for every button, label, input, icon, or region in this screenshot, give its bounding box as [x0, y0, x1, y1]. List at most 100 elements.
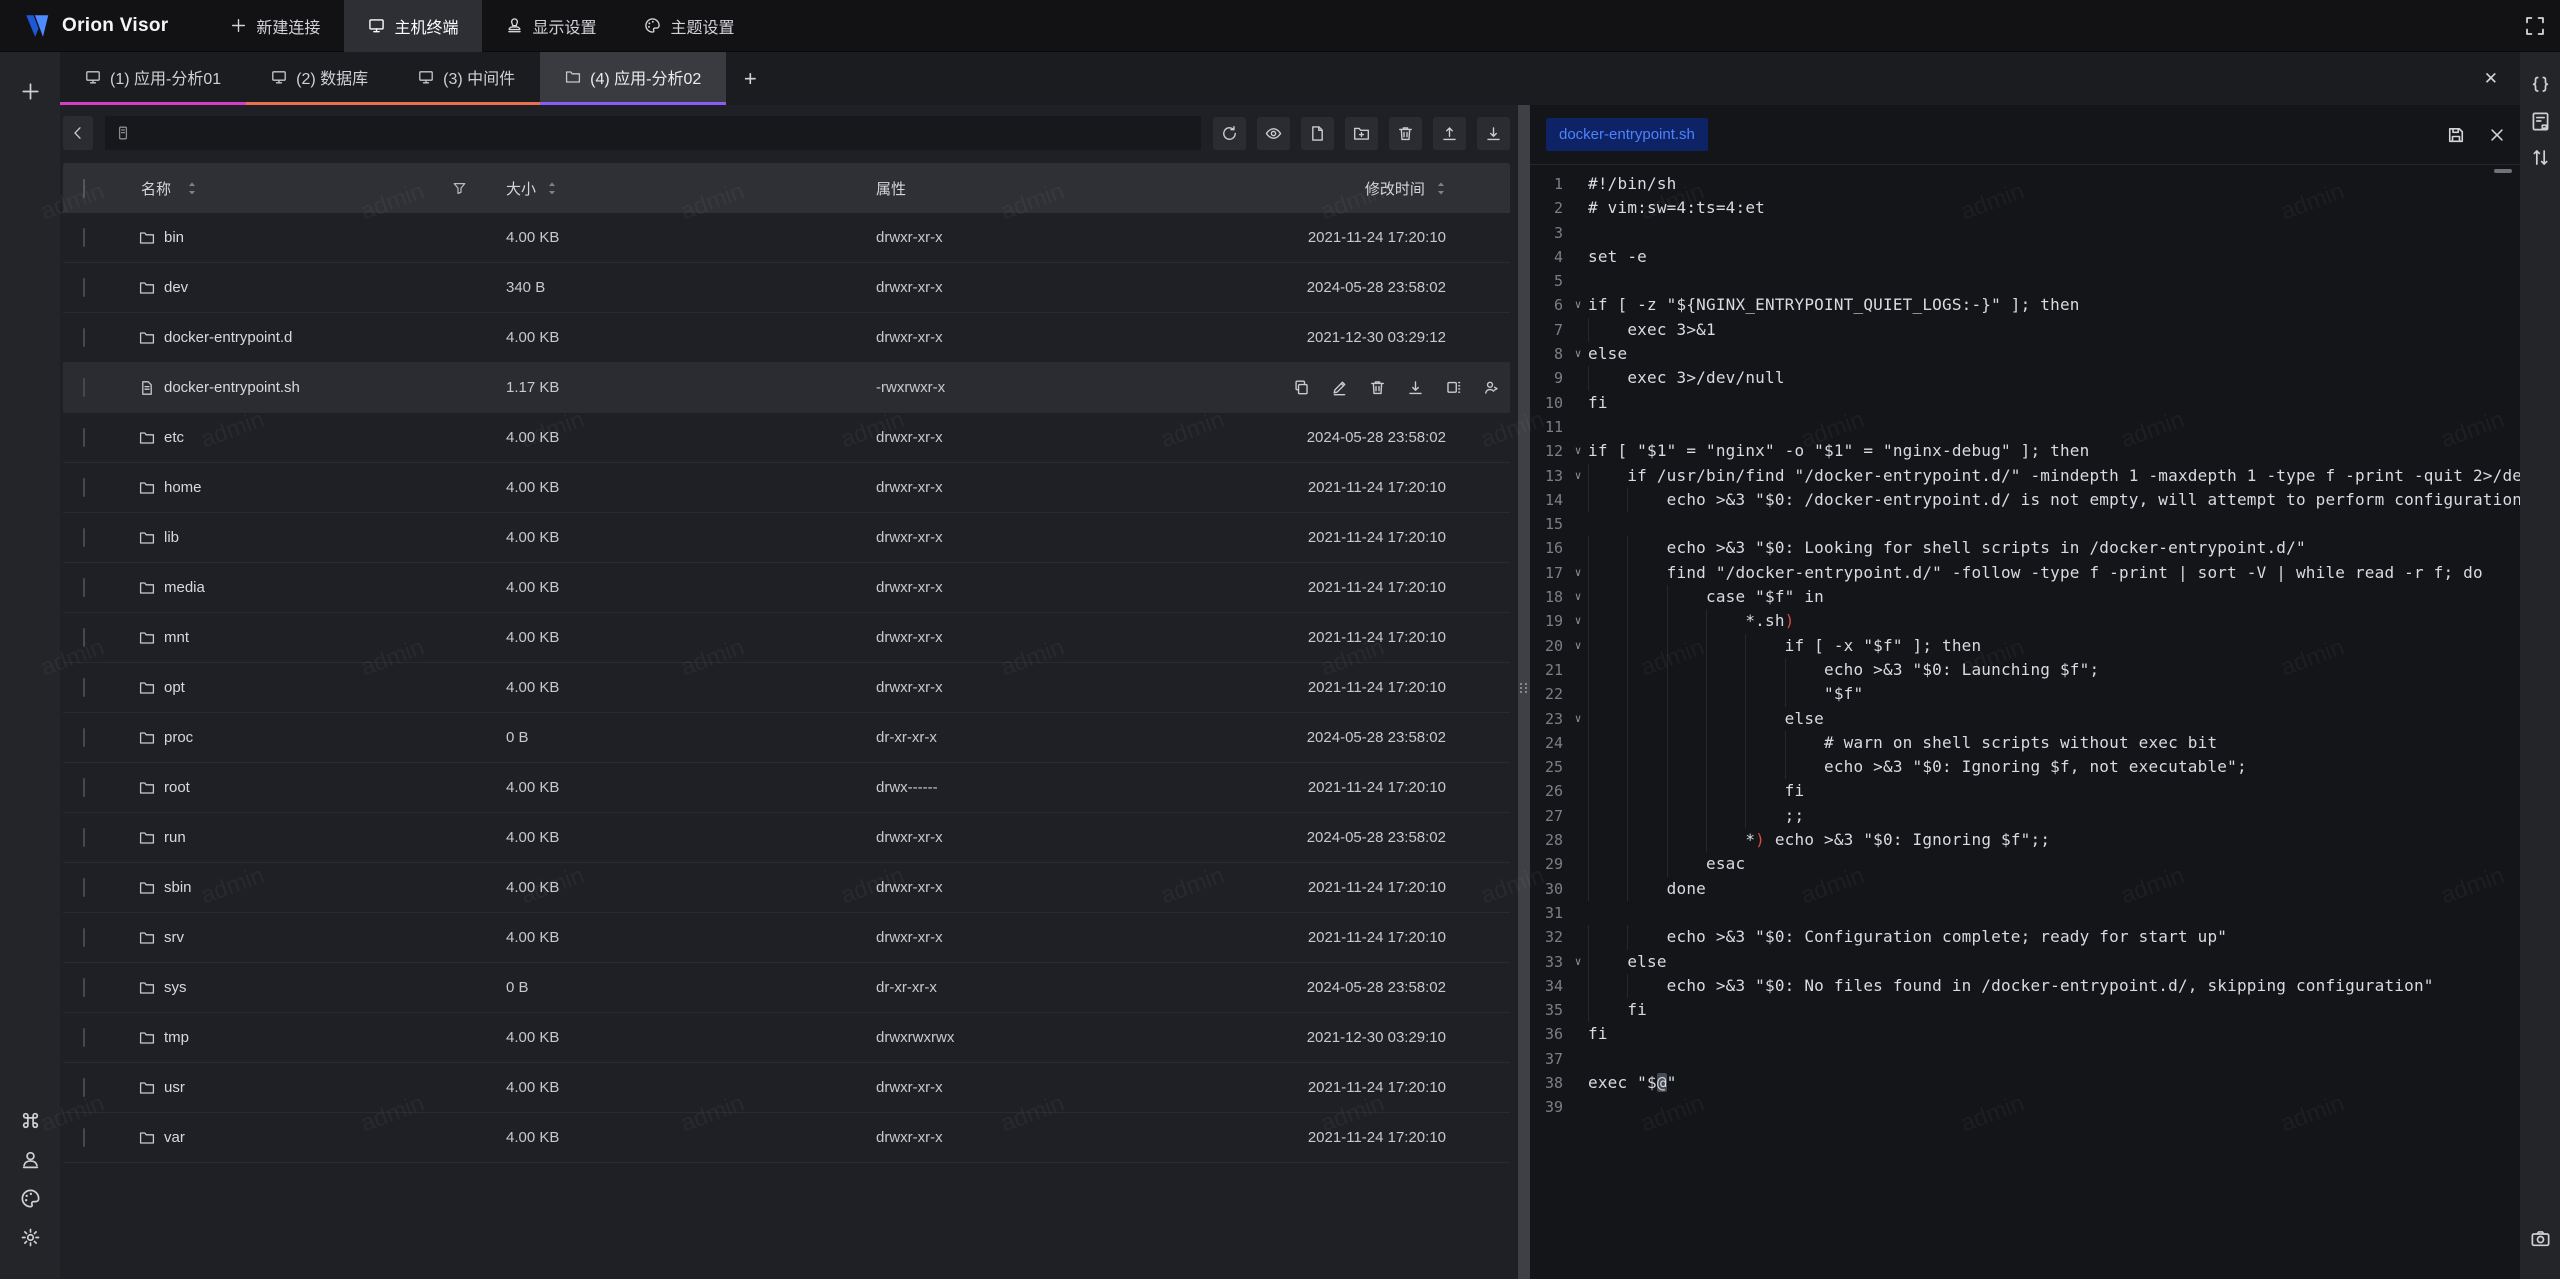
- change-owner-icon[interactable]: [1483, 379, 1500, 396]
- table-row[interactable]: mnt 4.00 KB drwxr-xr-x2021-11-24 17:20:1…: [63, 613, 1510, 663]
- close-all-tabs-button[interactable]: ✕: [2484, 52, 2498, 105]
- file-name[interactable]: lib: [164, 529, 179, 546]
- fold-chevron-icon[interactable]: ∨: [1568, 561, 1588, 585]
- table-row[interactable]: srv 4.00 KB drwxr-xr-x2021-11-24 17:20:1…: [63, 913, 1510, 963]
- table-row[interactable]: proc 0 B dr-xr-xr-x2024-05-28 23:58:02: [63, 713, 1510, 763]
- table-row[interactable]: root 4.00 KB drwx------2021-11-24 17:20:…: [63, 763, 1510, 813]
- copy-icon[interactable]: [1293, 379, 1310, 396]
- close-editor-icon[interactable]: [2488, 126, 2506, 144]
- new-file-button[interactable]: [1301, 117, 1334, 150]
- table-row[interactable]: home 4.00 KB drwxr-xr-x2021-11-24 17:20:…: [63, 463, 1510, 513]
- row-checkbox[interactable]: [83, 378, 85, 397]
- fold-chevron-icon[interactable]: ∨: [1568, 464, 1588, 488]
- row-checkbox[interactable]: [83, 628, 85, 647]
- settings-button[interactable]: [17, 1224, 43, 1250]
- file-name[interactable]: root: [164, 779, 190, 796]
- table-row[interactable]: dev 340 B drwxr-xr-x2024-05-28 23:58:02: [63, 263, 1510, 313]
- theme-button[interactable]: [17, 1185, 43, 1211]
- back-button[interactable]: [63, 116, 93, 150]
- nav-item-2[interactable]: 显示设置: [482, 0, 620, 52]
- fold-chevron-icon[interactable]: ∨: [1568, 609, 1588, 633]
- row-checkbox[interactable]: [83, 328, 85, 347]
- editor-scrollbar[interactable]: [2494, 169, 2512, 173]
- fold-chevron-icon[interactable]: ∨: [1568, 707, 1588, 731]
- fold-chevron-icon[interactable]: ∨: [1568, 342, 1588, 366]
- row-checkbox[interactable]: [83, 978, 85, 997]
- path-input[interactable]: [139, 124, 1191, 143]
- row-checkbox[interactable]: [83, 1128, 85, 1147]
- row-checkbox[interactable]: [83, 878, 85, 897]
- row-checkbox[interactable]: [83, 478, 85, 497]
- delete-icon[interactable]: [1369, 379, 1386, 396]
- row-checkbox[interactable]: [83, 678, 85, 697]
- table-row[interactable]: etc 4.00 KB drwxr-xr-x2024-05-28 23:58:0…: [63, 413, 1510, 463]
- table-row[interactable]: docker-entrypoint.sh 1.17 KB -rwxrwxr-x: [63, 363, 1510, 413]
- file-name[interactable]: tmp: [164, 1029, 189, 1046]
- code-editor[interactable]: 1 #!/bin/sh 2 # vim:sw=4:ts=4:et 3 4 set…: [1530, 166, 2520, 1279]
- terminal-tab-1[interactable]: (2) 数据库: [246, 52, 393, 105]
- preview-hidden-button[interactable]: [1257, 117, 1290, 150]
- sort-lines-button[interactable]: [2527, 144, 2553, 170]
- user-button[interactable]: [17, 1146, 43, 1172]
- row-checkbox[interactable]: [83, 728, 85, 747]
- delete-button[interactable]: [1389, 117, 1422, 150]
- table-row[interactable]: bin 4.00 KB drwxr-xr-x2021-11-24 17:20:1…: [63, 213, 1510, 263]
- save-icon[interactable]: [2446, 125, 2466, 145]
- nav-item-1[interactable]: 主机终端: [344, 0, 482, 52]
- file-name[interactable]: sbin: [164, 879, 192, 896]
- edit-icon[interactable]: [1331, 379, 1348, 396]
- download-button[interactable]: [1477, 117, 1510, 150]
- row-checkbox[interactable]: [83, 828, 85, 847]
- fold-chevron-icon[interactable]: ∨: [1568, 950, 1588, 974]
- file-name[interactable]: usr: [164, 1079, 185, 1096]
- add-button[interactable]: [17, 78, 43, 104]
- file-name[interactable]: media: [164, 579, 205, 596]
- file-name[interactable]: bin: [164, 229, 184, 246]
- shortcut-keys-button[interactable]: [17, 1107, 43, 1133]
- app-logo[interactable]: Orion Visor: [22, 11, 168, 41]
- file-name[interactable]: docker-entrypoint.sh: [164, 379, 300, 396]
- move-icon[interactable]: [1445, 379, 1462, 396]
- row-checkbox[interactable]: [83, 778, 85, 797]
- terminal-tab-2[interactable]: (3) 中间件: [393, 52, 540, 105]
- nav-item-3[interactable]: 主题设置: [620, 0, 758, 52]
- file-name[interactable]: etc: [164, 429, 184, 446]
- table-row[interactable]: sbin 4.00 KB drwxr-xr-x2021-11-24 17:20:…: [63, 863, 1510, 913]
- fold-chevron-icon[interactable]: ∨: [1568, 634, 1588, 658]
- table-row[interactable]: sys 0 B dr-xr-xr-x2024-05-28 23:58:02: [63, 963, 1510, 1013]
- table-row[interactable]: run 4.00 KB drwxr-xr-x2024-05-28 23:58:0…: [63, 813, 1510, 863]
- file-name[interactable]: mnt: [164, 629, 189, 646]
- fold-chevron-icon[interactable]: ∨: [1568, 585, 1588, 609]
- format-button[interactable]: [2527, 72, 2553, 98]
- sort-name-control[interactable]: [187, 181, 197, 196]
- file-name[interactable]: srv: [164, 929, 184, 946]
- file-name[interactable]: var: [164, 1129, 185, 1146]
- refresh-button[interactable]: [1213, 117, 1246, 150]
- row-checkbox[interactable]: [83, 578, 85, 597]
- file-name[interactable]: sys: [164, 979, 187, 996]
- terminal-tab-3[interactable]: (4) 应用-分析02: [540, 52, 726, 105]
- row-checkbox[interactable]: [83, 278, 85, 297]
- screenshot-button[interactable]: [2527, 1225, 2553, 1251]
- fullscreen-icon[interactable]: [2524, 15, 2546, 37]
- table-row[interactable]: var 4.00 KB drwxr-xr-x2021-11-24 17:20:1…: [63, 1113, 1510, 1163]
- table-row[interactable]: docker-entrypoint.d 4.00 KB drwxr-xr-x20…: [63, 313, 1510, 363]
- row-checkbox[interactable]: [83, 428, 85, 447]
- table-row[interactable]: tmp 4.00 KB drwxrwxrwx2021-12-30 03:29:1…: [63, 1013, 1510, 1063]
- row-checkbox[interactable]: [83, 528, 85, 547]
- row-checkbox[interactable]: [83, 928, 85, 947]
- table-row[interactable]: lib 4.00 KB drwxr-xr-x2021-11-24 17:20:1…: [63, 513, 1510, 563]
- download-icon[interactable]: [1407, 379, 1424, 396]
- new-folder-button[interactable]: [1345, 117, 1378, 150]
- select-all-checkbox[interactable]: [83, 179, 85, 198]
- terminal-tab-0[interactable]: (1) 应用-分析01: [60, 52, 246, 105]
- fold-chevron-icon[interactable]: ∨: [1568, 439, 1588, 463]
- sort-mtime-control[interactable]: [1436, 181, 1446, 196]
- file-name[interactable]: docker-entrypoint.d: [164, 329, 292, 346]
- filter-icon[interactable]: [452, 181, 467, 196]
- nav-item-0[interactable]: 新建连接: [206, 0, 344, 52]
- table-row[interactable]: opt 4.00 KB drwxr-xr-x2021-11-24 17:20:1…: [63, 663, 1510, 713]
- upload-button[interactable]: [1433, 117, 1466, 150]
- sort-size-control[interactable]: [547, 181, 557, 196]
- editor-file-tab[interactable]: docker-entrypoint.sh: [1546, 118, 1708, 151]
